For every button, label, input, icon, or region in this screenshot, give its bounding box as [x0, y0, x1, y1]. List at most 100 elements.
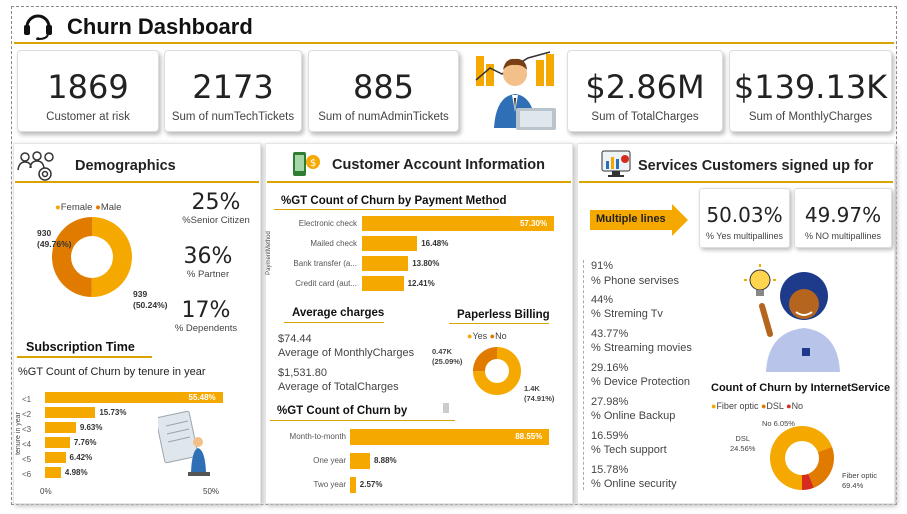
paperless-yes-label: 1.4K (74.91%) — [524, 384, 555, 403]
payment-chart-title: %GT Count of Churn by Payment Method — [281, 195, 507, 207]
tv-label: % Streming Tv — [591, 308, 663, 320]
bar — [45, 437, 70, 448]
bar-category-label: One year — [313, 456, 346, 465]
bar-value-label: 2.57% — [359, 480, 383, 489]
bar — [45, 422, 76, 433]
internet-donut — [770, 426, 834, 490]
payment-axis-label: PaymentMethod — [265, 231, 272, 275]
tenure-chart-title: %GT Count of Churn by tenure in year — [18, 366, 206, 378]
phone-money-icon: $ — [293, 152, 320, 176]
bar-value-label: 13.80% — [412, 258, 440, 268]
avg-charges-title: Average charges — [292, 307, 385, 319]
male-data-label: 930 (49.76%) — [37, 228, 72, 249]
bar-category-label: <6 — [22, 470, 32, 479]
internet-dsl-label: DSL 24.56% — [730, 434, 756, 453]
female-data-label: 939 (50.24%) — [133, 289, 168, 310]
backup-label: % Online Backup — [591, 410, 676, 422]
paperless-title: Paperless Billing — [457, 309, 550, 321]
kpi-value: $2.86M — [585, 68, 705, 106]
bar — [45, 467, 61, 478]
bar-category-label: <1 — [22, 395, 32, 404]
tech-label: % Tech support — [591, 444, 667, 456]
bar — [362, 236, 418, 251]
senior-value: 25% — [191, 190, 241, 215]
yes-multilines-card: 50.03% % Yes multipallines — [699, 188, 790, 248]
bar-value-label: 12.41% — [407, 278, 435, 288]
paperless-no-label: 0.47K (25.09%) — [432, 347, 463, 366]
avg-total-label: Average of TotalCharges — [278, 381, 399, 393]
movies-pct: 43.77% — [591, 328, 629, 340]
legend-fiber: Fiber optic — [716, 401, 759, 411]
divider — [17, 356, 152, 358]
dependents-stat: 17% % Dependents — [166, 298, 246, 334]
security-label: % Online security — [591, 478, 677, 490]
bar — [350, 477, 356, 493]
tech-pct: 16.59% — [591, 430, 629, 442]
bar-category-label: Credit card (aut... — [295, 279, 357, 288]
kpi-monthly-charges: $139.13K Sum of MonthlyCharges — [729, 50, 892, 132]
kpi-label: Sum of MonthlyCharges — [748, 111, 873, 123]
senior-label: %Senior Citizen — [182, 215, 250, 226]
account-title: Customer Account Information — [332, 157, 545, 173]
bar-value-label: 57.30% — [519, 218, 548, 228]
list-guide-line — [583, 260, 584, 490]
svg-text:$: $ — [310, 158, 316, 169]
senior-stat: 25% %Senior Citizen — [176, 190, 256, 226]
dependents-label: % Dependents — [174, 323, 238, 334]
demographics-title: Demographics — [75, 158, 176, 174]
idea-person-illustration — [744, 264, 840, 372]
bar-value-label: 88.55% — [515, 432, 543, 441]
bar-value-label: 9.63% — [79, 422, 103, 432]
analyst-illustration — [475, 51, 556, 130]
bar — [350, 453, 370, 469]
no-multilines-value: 49.97% — [804, 203, 882, 227]
kpi-value: $139.13K — [733, 68, 888, 106]
bar-category-label: Bank transfer (a... — [293, 259, 357, 268]
tenure-axis-label: tenure in year — [14, 412, 22, 455]
bar — [45, 452, 66, 463]
divider — [267, 181, 571, 183]
legend-no: No — [791, 401, 804, 411]
partner-value: 36% — [183, 244, 233, 269]
divider — [284, 322, 384, 323]
phone-label: % Phone servises — [591, 275, 680, 287]
legend-female: Female — [60, 202, 93, 213]
divider — [579, 181, 893, 183]
legend-male: Male — [100, 202, 122, 213]
device-label: % Device Protection — [591, 376, 691, 388]
tenure-x-tick: 50% — [203, 487, 220, 496]
divider — [15, 181, 259, 183]
divider — [449, 323, 549, 324]
backup-pct: 27.98% — [591, 396, 629, 408]
bar-category-label: <2 — [22, 410, 32, 419]
kpi-label: Customer at risk — [46, 111, 130, 123]
scroll-handle[interactable] — [443, 403, 449, 413]
paperless-legend: ●Yes ●No — [467, 331, 507, 341]
bar-value-label: 55.48% — [188, 392, 216, 402]
legend-dsl: DSL — [766, 401, 784, 411]
internet-fiber-label: Fiber optic 69.4% — [842, 471, 878, 490]
kpi-label: Sum of TotalCharges — [591, 111, 699, 123]
partner-stat: 36% % Partner — [168, 244, 248, 280]
avg-total-value: $1,531.80 — [278, 367, 327, 379]
divider — [274, 209, 499, 210]
bar — [362, 276, 404, 291]
kpi-label: Sum of numTechTickets — [171, 111, 295, 123]
movies-label: % Streaming movies — [591, 342, 692, 354]
bar-category-label: Mailed check — [310, 239, 357, 248]
services-dashboard-icon — [601, 150, 631, 177]
gender-legend: ●Female ●Male — [55, 202, 122, 213]
divider — [270, 420, 455, 421]
internet-chart-title: Count of Churn by InternetService — [711, 382, 891, 394]
legend-yes: Yes — [472, 331, 488, 341]
bar-category-label: Two year — [313, 480, 346, 489]
paperless-donut — [473, 347, 521, 395]
bar-category-label: Month-to-month — [289, 432, 346, 441]
contract-chart-title: %GT Count of Churn by — [277, 405, 408, 417]
people-icon — [17, 151, 54, 181]
tenure-x-tick: 0% — [40, 487, 52, 496]
yes-multilines-label: % Yes multipallines — [705, 231, 784, 241]
internet-legend: ●Fiber optic ●DSL ●No — [711, 401, 804, 411]
avg-monthly-value: $74.44 — [278, 333, 312, 345]
kpi-customer-at-risk: 1869 Customer at risk — [17, 50, 159, 132]
